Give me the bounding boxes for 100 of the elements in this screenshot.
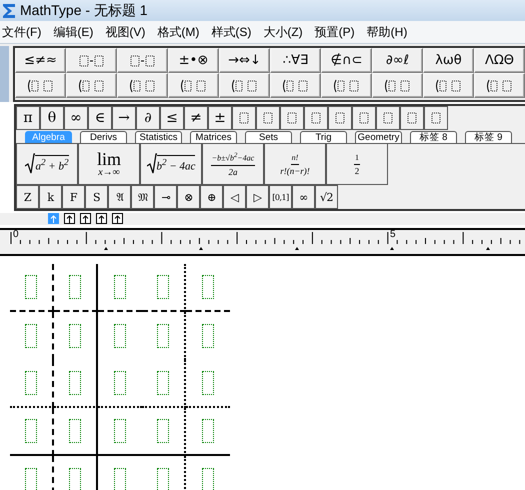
nudge-button[interactable] xyxy=(96,213,107,224)
palette-button[interactable]: ∴∀∃ xyxy=(270,48,321,73)
palette-tab[interactable]: Derivs xyxy=(80,131,127,143)
palette-tab[interactable]: Geometry xyxy=(355,131,402,143)
placeholder-box[interactable] xyxy=(114,419,126,443)
placeholder-box[interactable] xyxy=(25,468,37,490)
symbol-button[interactable]: F xyxy=(62,185,85,209)
symbol-button[interactable]: k xyxy=(39,185,62,209)
placeholder-box[interactable] xyxy=(157,275,169,299)
symbol-button[interactable] xyxy=(328,106,352,130)
symbol-button[interactable] xyxy=(304,106,328,130)
palette-button[interactable]: ≤≠≈ xyxy=(15,48,66,73)
palette-button[interactable] xyxy=(219,73,270,98)
placeholder-box[interactable] xyxy=(25,275,37,299)
palette-button[interactable] xyxy=(423,73,474,98)
symbol-button[interactable] xyxy=(376,106,400,130)
palette-button[interactable] xyxy=(15,73,66,98)
menu-item[interactable]: 视图(V) xyxy=(105,22,146,42)
placeholder-box[interactable] xyxy=(69,371,81,395)
menu-item[interactable]: 样式(S) xyxy=(211,22,252,42)
expression-button[interactable]: n! r!(n−r)! xyxy=(264,144,326,185)
symbol-button[interactable]: ⊕ xyxy=(200,185,223,209)
symbol-button[interactable]: ◁ xyxy=(223,185,246,209)
placeholder-box[interactable] xyxy=(114,371,126,395)
symbol-button[interactable]: 𝔄 xyxy=(108,185,131,209)
symbol-button[interactable]: [0,1] xyxy=(269,185,292,209)
menu-item[interactable]: 格式(M) xyxy=(157,22,200,42)
palette-button[interactable] xyxy=(66,73,117,98)
placeholder-box[interactable] xyxy=(114,324,126,348)
palette-button[interactable] xyxy=(372,73,423,98)
nudge-button[interactable] xyxy=(64,213,75,224)
palette-button[interactable] xyxy=(168,73,219,98)
palette-button[interactable]: ∂∞ℓ xyxy=(372,48,423,73)
palette-button[interactable]: ±•⊗ xyxy=(168,48,219,73)
palette-tab[interactable]: Sets xyxy=(245,131,292,143)
symbol-button[interactable]: ≤ xyxy=(160,106,184,130)
placeholder-box[interactable] xyxy=(69,275,81,299)
symbol-button[interactable]: ≠ xyxy=(184,106,208,130)
expression-button[interactable]: b$^{2}$ − 4ac xyxy=(140,144,202,185)
menu-item[interactable]: 预置(P) xyxy=(314,22,355,42)
palette-button[interactable] xyxy=(474,73,525,98)
symbol-button[interactable]: √2 xyxy=(315,185,338,209)
expression-button[interactable]: lim x→∞ xyxy=(78,144,140,185)
symbol-button[interactable]: ∂ xyxy=(136,106,160,130)
placeholder-box[interactable] xyxy=(69,468,81,490)
palette-button[interactable] xyxy=(117,48,168,73)
placeholder-box[interactable] xyxy=(25,324,37,348)
expression-button[interactable]: −b±√b$^{2}$−4ac 2a xyxy=(202,144,264,185)
placeholder-box[interactable] xyxy=(202,371,214,395)
symbol-button[interactable]: ⊸ xyxy=(154,185,177,209)
expression-button[interactable]: 1 2 xyxy=(326,144,388,185)
menu-item[interactable]: 文件(F) xyxy=(2,22,42,42)
symbol-button[interactable]: Z xyxy=(16,185,39,209)
placeholder-box[interactable] xyxy=(114,275,126,299)
placeholder-box[interactable] xyxy=(69,419,81,443)
symbol-button[interactable]: ▷ xyxy=(246,185,269,209)
symbol-button[interactable] xyxy=(280,106,304,130)
palette-button[interactable]: →⇔↓ xyxy=(219,48,270,73)
menu-item[interactable]: 大小(Z) xyxy=(263,22,303,42)
palette-button[interactable] xyxy=(66,48,117,73)
placeholder-box[interactable] xyxy=(157,371,169,395)
palette-button[interactable]: ∉∩⊂ xyxy=(321,48,372,73)
symbol-button[interactable]: ⊗ xyxy=(177,185,200,209)
palette-tab[interactable]: 标签 9 xyxy=(465,131,512,143)
expression-button[interactable]: a$^{2}$ + b$^{2}$ xyxy=(16,144,78,185)
palette-button[interactable] xyxy=(270,73,321,98)
placeholder-box[interactable] xyxy=(202,468,214,490)
placeholder-box[interactable] xyxy=(114,468,126,490)
symbol-button[interactable] xyxy=(256,106,280,130)
nudge-button[interactable] xyxy=(80,213,91,224)
symbol-button[interactable]: θ xyxy=(40,106,64,130)
placeholder-box[interactable] xyxy=(202,419,214,443)
symbol-button[interactable]: → xyxy=(112,106,136,130)
symbol-button[interactable]: ∈ xyxy=(88,106,112,130)
menu-item[interactable]: 编辑(E) xyxy=(53,22,94,42)
placeholder-box[interactable] xyxy=(202,324,214,348)
placeholder-box[interactable] xyxy=(157,324,169,348)
nudge-button[interactable] xyxy=(112,213,123,224)
palette-tab[interactable]: Matrices xyxy=(190,131,237,143)
palette-tab[interactable]: Statistics xyxy=(135,131,182,143)
placeholder-box[interactable] xyxy=(25,419,37,443)
symbol-button[interactable]: 𝔐 xyxy=(131,185,154,209)
placeholder-box[interactable] xyxy=(157,419,169,443)
symbol-button[interactable]: π xyxy=(16,106,40,130)
symbol-button[interactable] xyxy=(400,106,424,130)
symbol-button[interactable] xyxy=(352,106,376,130)
menu-item[interactable]: 帮助(H) xyxy=(366,22,408,42)
placeholder-box[interactable] xyxy=(202,275,214,299)
placeholder-box[interactable] xyxy=(25,371,37,395)
symbol-button[interactable] xyxy=(424,106,448,130)
symbol-button[interactable]: ± xyxy=(208,106,232,130)
symbol-button[interactable]: ∞ xyxy=(64,106,88,130)
palette-tab[interactable]: 标签 8 xyxy=(410,131,457,143)
placeholder-box[interactable] xyxy=(157,468,169,490)
symbol-button[interactable]: S xyxy=(85,185,108,209)
palette-button[interactable]: λωθ xyxy=(423,48,474,73)
palette-button[interactable] xyxy=(321,73,372,98)
palette-button[interactable]: ΛΩΘ xyxy=(474,48,525,73)
palette-tab[interactable]: Trig xyxy=(300,131,347,143)
placeholder-box[interactable] xyxy=(69,324,81,348)
